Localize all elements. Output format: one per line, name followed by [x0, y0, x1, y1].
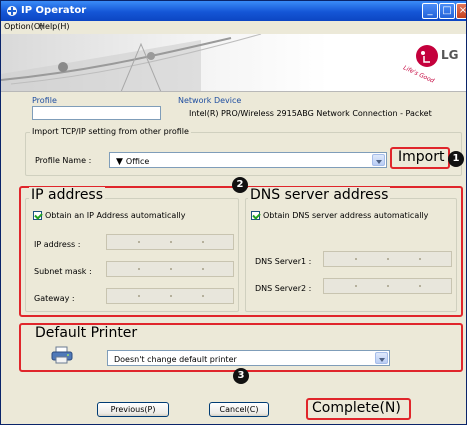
menu-bar: Option(O) Help(H) — [1, 21, 466, 34]
ip-address-label: IP address : — [34, 240, 81, 249]
obtain-dns-auto-checkbox[interactable]: Obtain DNS server address automatically — [251, 211, 428, 220]
dns-server2-input[interactable] — [323, 278, 452, 294]
dns-server1-input[interactable] — [323, 251, 452, 267]
lg-logo-text: LG — [441, 48, 459, 62]
profile-name-value: Office — [125, 157, 150, 166]
close-button[interactable]: × — [456, 3, 467, 19]
ip-address-input[interactable] — [106, 234, 234, 250]
minimize-icon: _ — [427, 5, 433, 16]
app-icon — [7, 6, 17, 16]
dns-group-label: DNS server address — [248, 187, 391, 203]
default-printer-select[interactable]: Doesn't change default printer — [107, 350, 390, 366]
obtain-ip-auto-label: Obtain an IP Address automatically — [45, 211, 186, 220]
default-printer-label: Default Printer — [35, 325, 138, 341]
menu-help[interactable]: Help(H) — [39, 22, 70, 31]
profile-label: Profile — [32, 96, 57, 105]
window-title: IP Operator — [21, 5, 87, 16]
checkbox-icon — [33, 211, 42, 220]
gateway-input[interactable] — [106, 288, 234, 304]
network-icon — [1, 34, 438, 91]
import-group-label: Import TCP/IP setting from other profile — [30, 127, 191, 136]
ip-address-group-label: IP address — [29, 187, 106, 203]
ip-operator-window: IP Operator _ □ × Option(O) Help(H) LG L… — [0, 0, 467, 425]
obtain-ip-auto-checkbox[interactable]: Obtain an IP Address automatically — [33, 211, 185, 220]
network-device-label: Network Device — [178, 96, 242, 105]
minimize-button[interactable]: _ — [422, 3, 438, 19]
filter-icon: ▼ — [116, 157, 123, 167]
previous-button[interactable]: Previous(P) — [97, 402, 169, 417]
badge-2: 2 — [232, 177, 248, 193]
profile-field[interactable] — [32, 106, 161, 120]
maximize-button[interactable]: □ — [439, 3, 455, 19]
default-printer-value: Doesn't change default printer — [114, 355, 237, 364]
badge-1: 1 — [448, 151, 464, 167]
dns-server2-label: DNS Server2 : — [255, 284, 312, 293]
complete-button[interactable]: Complete(N) — [312, 400, 401, 416]
dns-server1-label: DNS Server1 : — [255, 257, 312, 266]
header-banner: LG Life's Good — [1, 34, 466, 92]
cancel-button[interactable]: Cancel(C) — [209, 402, 269, 417]
network-device-value: Intel(R) PRO/Wireless 2915ABG Network Co… — [189, 109, 432, 118]
title-bar: IP Operator _ □ × — [1, 1, 467, 21]
close-icon: × — [458, 5, 467, 16]
dropdown-arrow-icon[interactable] — [372, 154, 385, 166]
menu-option[interactable]: Option(O) — [4, 22, 43, 31]
profile-name-label: Profile Name : — [35, 156, 92, 165]
profile-name-select[interactable]: ▼ Office — [109, 152, 387, 168]
subnet-mask-label: Subnet mask : — [34, 267, 92, 276]
checkbox-icon — [251, 211, 260, 220]
maximize-icon: □ — [442, 5, 452, 16]
dropdown-arrow-icon[interactable] — [375, 352, 388, 364]
obtain-dns-auto-label: Obtain DNS server address automatically — [263, 211, 429, 220]
printer-icon — [51, 346, 73, 364]
badge-3: 3 — [233, 368, 249, 384]
import-button[interactable]: Import — [398, 149, 444, 165]
subnet-mask-input[interactable] — [106, 261, 234, 277]
gateway-label: Gateway : — [34, 294, 75, 303]
